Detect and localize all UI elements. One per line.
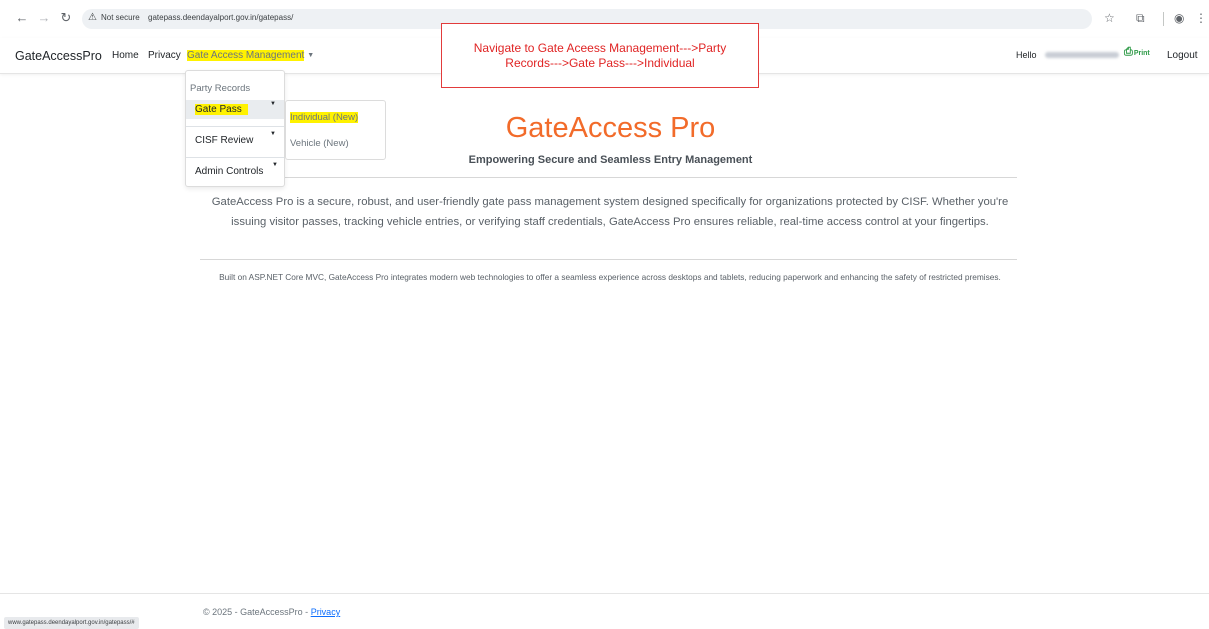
toolbar-divider: [1163, 12, 1164, 26]
nav-privacy[interactable]: Privacy: [148, 50, 181, 61]
gate-access-management-label: Gate Access Management: [187, 50, 305, 61]
profile-icon[interactable]: ◉: [1174, 10, 1184, 26]
print-button[interactable]: ⎙Print: [1124, 46, 1150, 59]
footer-divider: [0, 593, 1209, 594]
instruction-callout: Navigate to Gate Aceess Management--->Pa…: [441, 23, 759, 88]
page-subtitle: Empowering Secure and Seamless Entry Man…: [468, 154, 753, 166]
security-label[interactable]: Not secure: [101, 13, 140, 22]
printer-icon: ⎙: [1124, 46, 1133, 58]
menu-item-cisf-review[interactable]: CISF Review ▼: [186, 131, 284, 151]
gate-access-dropdown-menu: Party Records Gate Pass ▼ CISF Review ▼ …: [185, 70, 285, 187]
footer-privacy-link[interactable]: Privacy: [311, 607, 341, 617]
copyright-text: © 2025 - GateAccessPro -: [203, 607, 311, 617]
footer: © 2025 - GateAccessPro - Privacy: [203, 607, 340, 617]
reload-icon[interactable]: ↻: [58, 10, 74, 26]
dropdown-divider: [186, 126, 284, 127]
kebab-menu-icon[interactable]: ⋮: [1195, 10, 1207, 26]
caret-down-icon: ▼: [270, 131, 276, 137]
caret-down-icon: ▼: [307, 51, 315, 59]
dropdown-header-party-records[interactable]: Party Records: [186, 83, 284, 94]
forward-arrow-icon[interactable]: →: [36, 10, 52, 26]
print-label: Print: [1133, 50, 1150, 57]
brand-link[interactable]: GateAccessPro: [15, 49, 102, 63]
nav-gate-access-management[interactable]: Gate Access Management ▼: [186, 49, 315, 62]
caret-down-icon: ▼: [270, 101, 276, 107]
menu-item-gate-pass[interactable]: Gate Pass ▼: [186, 100, 284, 119]
redacted-username: [1045, 52, 1119, 58]
intro-paragraph: GateAccess Pro is a secure, robust, and …: [211, 196, 1009, 228]
cisf-review-label: CISF Review: [195, 135, 254, 146]
submenu-item-individual-new[interactable]: Individual (New): [290, 112, 359, 123]
logout-link[interactable]: Logout: [1167, 50, 1198, 61]
bookmark-star-icon[interactable]: ☆: [1104, 10, 1115, 26]
admin-controls-label: Admin Controls: [195, 166, 264, 177]
nav-home[interactable]: Home: [112, 50, 139, 61]
gate-pass-submenu: Individual (New) Vehicle (New): [285, 100, 386, 160]
caret-down-icon: ▼: [272, 162, 278, 168]
divider: [200, 177, 1017, 178]
built-on-paragraph: Built on ASP.NET Core MVC, GateAccess Pr…: [219, 272, 1001, 282]
dropdown-divider: [186, 157, 284, 158]
submenu-item-vehicle-new[interactable]: Vehicle (New): [290, 138, 349, 149]
url-text[interactable]: gatepass.deendayalport.gov.in/gatepass/: [148, 13, 293, 22]
warning-icon: ⚠: [88, 12, 97, 23]
greeting-text: Hello: [1016, 50, 1037, 60]
menu-item-admin-controls[interactable]: Admin Controls ▼: [186, 162, 284, 182]
browser-status-url: www.gatepass.deendayalport.gov.in/gatepa…: [4, 617, 139, 629]
page-title: GateAccess Pro: [505, 112, 716, 144]
back-arrow-icon[interactable]: ←: [14, 10, 30, 26]
gate-pass-label: Gate Pass: [195, 104, 248, 115]
divider: [200, 259, 1017, 260]
extensions-icon[interactable]: ⧉: [1136, 10, 1145, 26]
